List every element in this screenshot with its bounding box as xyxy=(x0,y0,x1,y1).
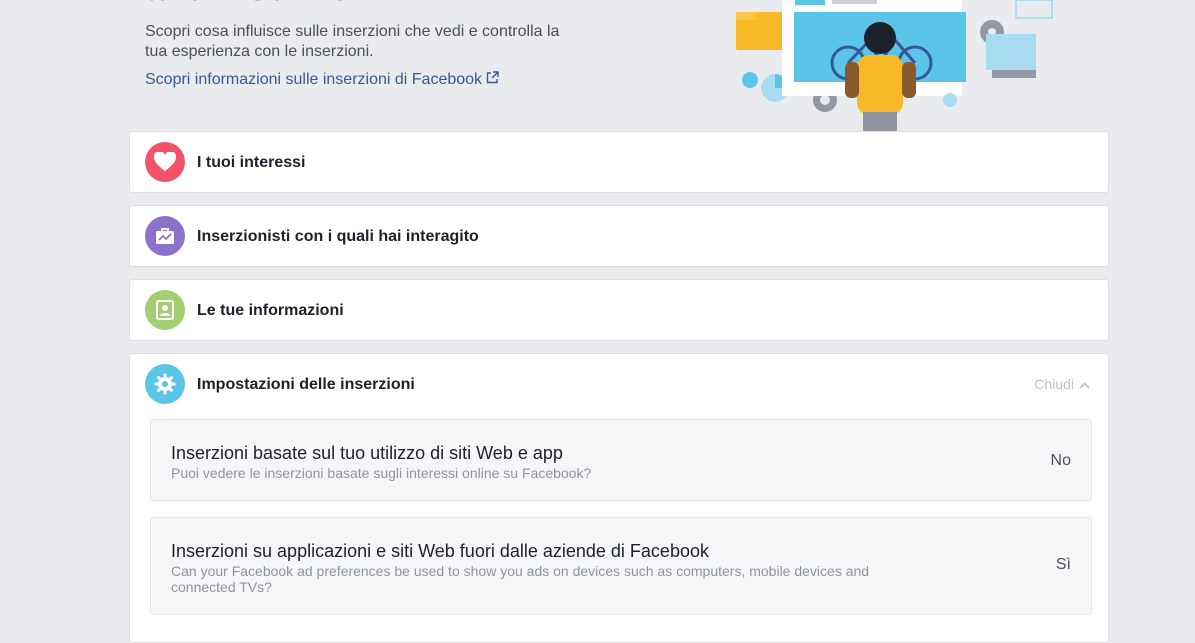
category-label-advertisers: Inserzionisti con i quali hai interagito xyxy=(197,228,479,245)
category-card-interests[interactable]: I tuoi interessi xyxy=(129,131,1109,193)
page-description: Scopri cosa influisce sulle inserzioni c… xyxy=(145,23,560,60)
contact-card-icon xyxy=(145,290,185,330)
learn-about-ads-link[interactable]: Scopri informazioni sulle inserzioni di … xyxy=(145,70,499,90)
setting-description: Puoi vedere le inserzioni basate sugli i… xyxy=(171,465,592,481)
setting-value: Sì xyxy=(1055,556,1071,573)
category-label-your-information: Le tue informazioni xyxy=(197,302,344,319)
ad-settings-header[interactable]: Impostazioni delle inserzioni Chiudi xyxy=(130,354,1108,414)
setting-title: Inserzioni basate sul tuo utilizzo di si… xyxy=(171,443,563,463)
category-card-ad-settings: Impostazioni delle inserzioni Chiudi Ins… xyxy=(129,353,1109,643)
category-card-advertisers[interactable]: Inserzionisti con i quali hai interagito xyxy=(129,205,1109,267)
setting-description: Can your Facebook ad preferences be used… xyxy=(171,563,870,595)
category-card-your-information[interactable]: Le tue informazioni xyxy=(129,279,1109,341)
page-title: alle inserzioni xyxy=(145,0,383,8)
close-label: Chiudi xyxy=(1034,376,1074,392)
external-link-icon xyxy=(486,70,499,90)
heart-icon xyxy=(145,142,185,182)
setting-row-web-app-usage[interactable]: Inserzioni basate sul tuo utilizzo di si… xyxy=(150,419,1092,501)
gear-icon xyxy=(145,364,185,404)
setting-title: Inserzioni su applicazioni e siti Web fu… xyxy=(171,541,709,561)
hero-illustration xyxy=(730,0,1060,132)
learn-about-ads-link-label: Scopri informazioni sulle inserzioni di … xyxy=(145,71,483,88)
close-button[interactable]: Chiudi xyxy=(1034,376,1090,392)
briefcase-icon xyxy=(145,216,185,256)
setting-row-off-facebook-ads[interactable]: Inserzioni su applicazioni e siti Web fu… xyxy=(150,517,1092,615)
category-label-interests: I tuoi interessi xyxy=(197,154,306,171)
category-label-ad-settings: Impostazioni delle inserzioni xyxy=(197,376,415,393)
setting-value: No xyxy=(1050,452,1071,469)
chevron-up-icon xyxy=(1079,376,1090,392)
